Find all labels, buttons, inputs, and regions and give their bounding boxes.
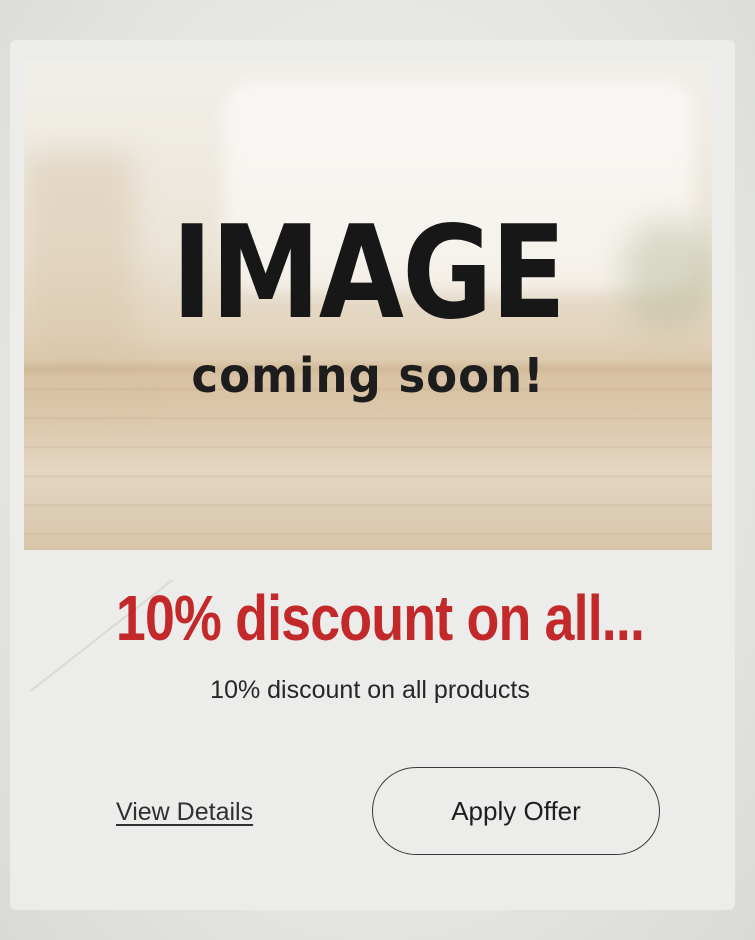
placeholder-title: IMAGE — [171, 199, 566, 348]
placeholder-subtitle: coming soon! — [191, 348, 545, 404]
offer-image-placeholder: IMAGE coming soon! — [24, 62, 712, 550]
offer-description: 10% discount on all products — [210, 676, 530, 704]
apply-offer-label: Apply Offer — [451, 796, 581, 826]
apply-offer-button[interactable]: Apply Offer — [372, 767, 660, 855]
view-details-link[interactable]: View Details — [116, 795, 253, 829]
offer-title: 10% discount on all... — [115, 582, 645, 654]
screen: IMAGE coming soon! 10% discount on all..… — [0, 0, 755, 940]
